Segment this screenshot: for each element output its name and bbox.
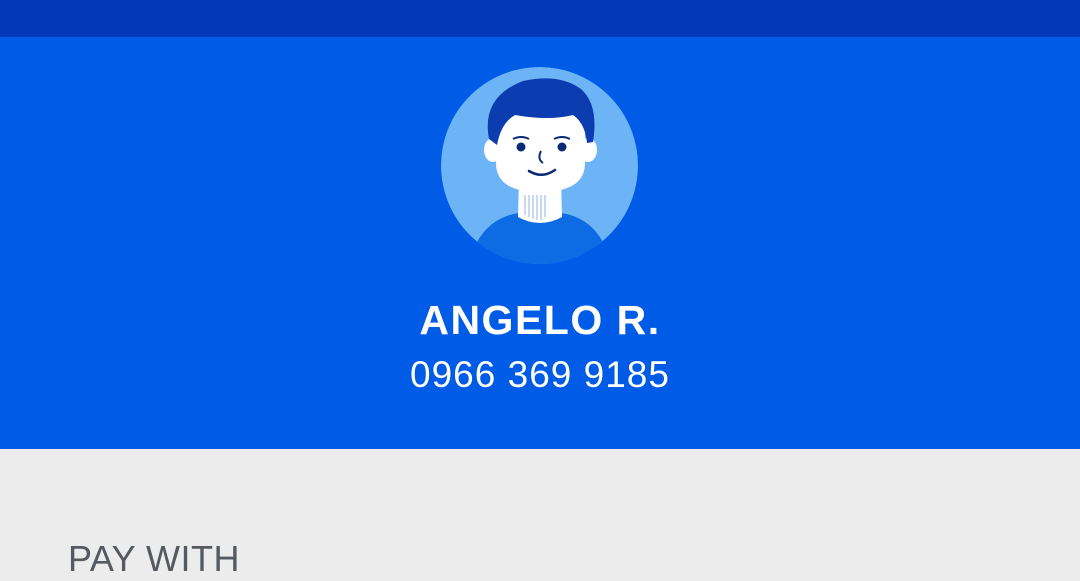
- avatar: [441, 67, 638, 264]
- profile-phone-number: 0966 369 9185: [410, 354, 670, 395]
- profile-name: ANGELO R.: [419, 297, 661, 343]
- user-avatar-boy-icon: [441, 67, 638, 264]
- status-bar: [0, 0, 1080, 37]
- pay-with-label: PAY WITH: [68, 538, 241, 579]
